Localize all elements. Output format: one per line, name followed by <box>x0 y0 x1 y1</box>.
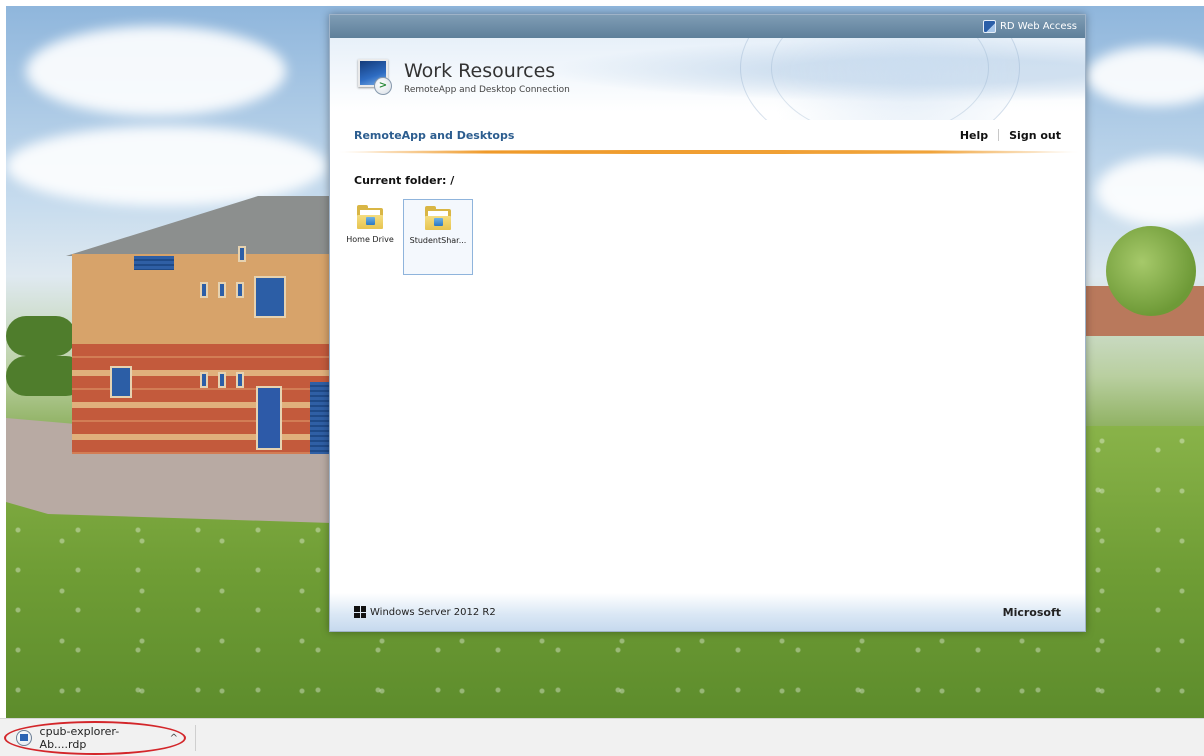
folder-icon <box>357 205 383 229</box>
folder-icon <box>425 206 451 230</box>
rd-web-access-label: RD Web Access <box>999 21 1077 32</box>
page-subtitle: RemoteApp and Desktop Connection <box>404 85 570 95</box>
cloud <box>6 126 326 206</box>
rd-web-access-icon <box>982 20 996 33</box>
tab-remoteapp-and-desktops[interactable]: RemoteApp and Desktops <box>354 129 514 142</box>
nav-bar: RemoteApp and Desktops Help Sign out <box>330 120 1085 150</box>
sign-out-link[interactable]: Sign out <box>1009 129 1061 142</box>
rd-web-access-window: RD Web Access > Work Resources RemoteApp… <box>329 14 1086 632</box>
current-folder-label: Current folder: / <box>354 174 455 187</box>
help-link[interactable]: Help <box>960 129 988 142</box>
download-bar: cpub-explorer-Ab....rdp ^ <box>0 718 1204 756</box>
microsoft-logo: Microsoft <box>1002 605 1061 619</box>
folder-home-drive[interactable]: Home Drive <box>335 199 405 275</box>
folder-studentshare[interactable]: StudentShar... <box>403 199 473 275</box>
nav-links: Help Sign out <box>960 129 1061 142</box>
building-door <box>256 386 282 450</box>
folder-label: Home Drive <box>346 235 394 244</box>
product-name: Windows Server 2012 R2 <box>370 606 496 618</box>
header-divider <box>338 150 1079 154</box>
highlight-circle <box>4 721 186 755</box>
cloud <box>1096 156 1204 226</box>
footer: Windows Server 2012 R2 Microsoft <box>330 593 1085 631</box>
header: > Work Resources RemoteApp and Desktop C… <box>330 38 1085 120</box>
globe-graphic <box>740 38 1020 120</box>
cloud <box>1086 46 1204 106</box>
top-bar: RD Web Access <box>330 15 1085 38</box>
cloud <box>26 26 286 116</box>
download-divider <box>195 725 196 751</box>
nav-divider <box>998 129 1000 141</box>
tree <box>1106 226 1196 316</box>
folder-label: StudentShar... <box>409 236 467 245</box>
page-title: Work Resources <box>404 60 556 82</box>
remoteapp-logo-icon: > <box>354 59 394 97</box>
windows-logo-icon <box>354 606 366 618</box>
